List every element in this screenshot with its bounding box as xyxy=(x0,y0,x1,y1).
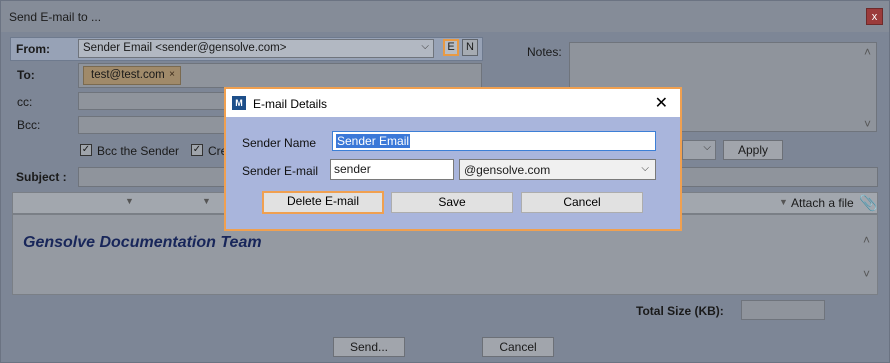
delete-email-button[interactable]: Delete E-mail xyxy=(262,191,384,214)
chevron-down-icon: ⌵ xyxy=(421,41,429,52)
chevron-down-icon: ⌵ xyxy=(641,163,649,174)
total-size-field xyxy=(741,300,825,320)
attach-dropdown-icon[interactable]: ▼ xyxy=(779,197,788,207)
sender-name-input[interactable]: Sender Email xyxy=(332,131,656,151)
sender-email-value: sender xyxy=(334,162,371,176)
recipient-address: test@test.com xyxy=(91,69,165,81)
notes-label: Notes: xyxy=(527,45,562,59)
recipient-tag[interactable]: test@test.com × xyxy=(83,66,181,85)
bcc-field[interactable] xyxy=(78,116,228,134)
sender-name-label: Sender Name xyxy=(242,136,317,150)
cancel-button[interactable]: Cancel xyxy=(482,337,554,357)
apply-button[interactable]: Apply xyxy=(723,140,783,160)
email-details-dialog: M E-mail Details ✕ Sender Name Sender Em… xyxy=(224,87,682,231)
dialog-title-bar: M E-mail Details ✕ xyxy=(226,89,680,117)
attach-file-label[interactable]: Attach a file xyxy=(791,196,854,210)
edit-sender-button[interactable]: E xyxy=(443,39,459,56)
send-email-window: Send E-mail to ... x From: Sender Email … xyxy=(0,0,890,363)
size-dropdown-icon[interactable]: ▼ xyxy=(202,196,211,206)
paperclip-icon[interactable]: 📎 xyxy=(859,194,878,212)
bcc-sender-checkbox[interactable]: ✓ xyxy=(80,144,92,156)
dialog-save-button[interactable]: Save xyxy=(391,192,513,213)
from-select[interactable]: Sender Email <sender@gensolve.com> ⌵ xyxy=(78,39,434,58)
font-dropdown-icon[interactable]: ▼ xyxy=(125,196,134,206)
cc-field[interactable] xyxy=(78,92,228,110)
domain-select[interactable]: @gensolve.com ⌵ xyxy=(459,159,656,180)
sender-email-label: Sender E-mail xyxy=(242,164,319,178)
total-size-label: Total Size (KB): xyxy=(636,304,724,318)
dialog-cancel-button[interactable]: Cancel xyxy=(521,192,643,213)
app-logo-icon: M xyxy=(232,96,246,110)
from-select-value: Sender Email <sender@gensolve.com> xyxy=(83,42,287,54)
scroll-up-icon[interactable]: ˄ xyxy=(863,233,870,247)
window-close-button[interactable]: x xyxy=(866,8,883,25)
dialog-title: E-mail Details xyxy=(253,97,328,111)
scroll-up-icon[interactable]: ˄ xyxy=(864,45,871,59)
scroll-down-icon[interactable]: ˅ xyxy=(863,267,870,281)
cc-label: cc: xyxy=(17,95,33,109)
signature-text: Gensolve Documentation Team xyxy=(23,234,262,251)
from-label: From: xyxy=(16,42,50,56)
bcc-label: Bcc: xyxy=(17,118,41,132)
scroll-down-icon[interactable]: ˅ xyxy=(864,117,871,131)
cre-checkbox[interactable]: ✓ xyxy=(191,144,203,156)
subject-label: Subject : xyxy=(16,170,67,184)
chevron-down-icon: ⌵ xyxy=(703,142,711,153)
domain-value: @gensolve.com xyxy=(464,163,551,177)
sender-name-value: Sender Email xyxy=(336,134,411,148)
remove-recipient-icon[interactable]: × xyxy=(169,69,175,80)
template-select[interactable]: ⌵ xyxy=(682,140,716,160)
dialog-close-icon[interactable]: ✕ xyxy=(655,93,668,113)
new-sender-button[interactable]: N xyxy=(462,39,478,56)
send-button[interactable]: Send... xyxy=(333,337,405,357)
sender-email-input[interactable]: sender xyxy=(330,159,454,180)
title-bar: Send E-mail to ... x xyxy=(1,1,889,32)
to-label: To: xyxy=(17,68,35,82)
window-title: Send E-mail to ... xyxy=(9,10,102,24)
bcc-sender-label: Bcc the Sender xyxy=(97,144,180,158)
